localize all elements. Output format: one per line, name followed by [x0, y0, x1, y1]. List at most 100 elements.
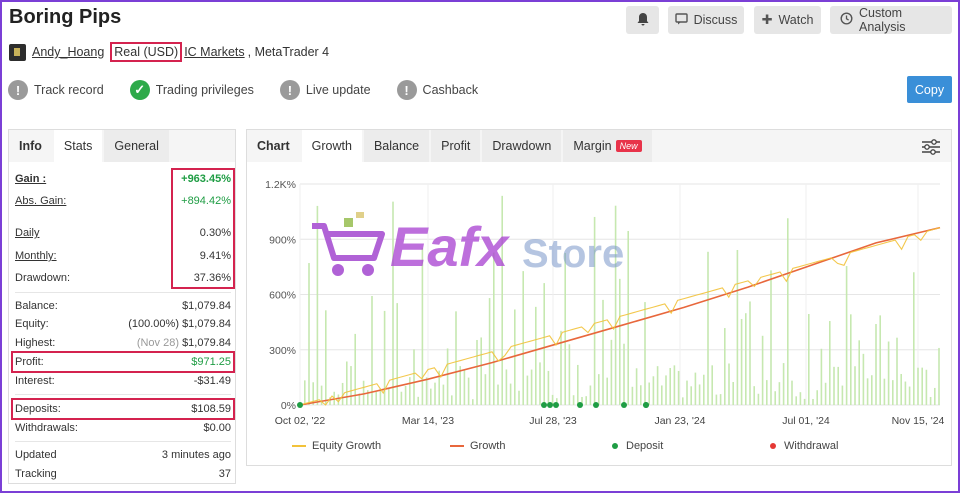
stat-label[interactable]: Gain :	[15, 173, 46, 185]
stat-balance: Balance: $1,079.84	[15, 297, 231, 315]
page-title: Boring Pips	[9, 6, 122, 28]
account-type: Real (USD)	[110, 42, 183, 62]
notifications-button[interactable]	[626, 6, 659, 34]
legend-deposit: Deposit	[612, 440, 663, 452]
stat-label: Drawdown:	[15, 272, 71, 284]
discuss-label: Discuss	[693, 13, 738, 27]
cart-icon	[312, 212, 385, 276]
divider	[15, 292, 231, 293]
chart-panel: Chart Growth Balance Profit Drawdown Mar…	[246, 129, 952, 466]
user-link[interactable]: Andy_Hoang	[32, 45, 104, 59]
avatar[interactable]	[9, 43, 26, 61]
platform-text: , MetaTrader 4	[247, 45, 330, 59]
tab-profit[interactable]: Profit	[431, 130, 481, 162]
watermark-store: Store	[522, 232, 625, 276]
legend-swatch	[292, 445, 306, 447]
stat-updated: Updated 3 minutes ago	[15, 446, 231, 464]
stat-label: Updated	[15, 449, 57, 461]
legend-label: Growth	[470, 440, 506, 452]
tab-info[interactable]: Info	[9, 130, 52, 162]
account-info: Andy_Hoang Real (USD) IC Markets , MetaT…	[9, 42, 329, 62]
stats-panel: Info Stats General Gain : +963.45% Abs. …	[8, 129, 236, 484]
equity-pct: (100.00%)	[128, 318, 179, 330]
stat-value: -$31.49	[193, 375, 231, 387]
highest-date: (Nov 28)	[136, 337, 179, 349]
legend-label: Withdrawal	[784, 440, 839, 452]
tab-margin[interactable]: Margin New	[563, 130, 652, 162]
stat-label[interactable]: Daily	[15, 227, 39, 239]
stat-label[interactable]: Abs. Gain:	[15, 195, 66, 207]
watch-label: Watch	[778, 13, 814, 27]
badge-label: Track record	[34, 83, 104, 97]
legend-swatch	[612, 443, 618, 449]
tab-balance[interactable]: Balance	[363, 130, 430, 162]
highlight-box	[11, 351, 235, 373]
custom-analysis-button[interactable]: Custom Analysis	[830, 6, 952, 34]
stats-tabs: Info Stats General	[9, 130, 235, 162]
verification-badges: ! Track record ✓ Trading privileges ! Li…	[8, 79, 504, 101]
badge-trading-privileges[interactable]: ✓ Trading privileges	[129, 80, 254, 100]
legend-withdrawal: Withdrawal	[770, 440, 838, 452]
highest-amount: $1,079.84	[182, 337, 231, 349]
tab-stats[interactable]: Stats	[53, 130, 103, 162]
stat-label: Withdrawals:	[15, 422, 78, 434]
watermark-brand: Eafx	[390, 215, 509, 278]
chat-icon	[674, 12, 688, 28]
tab-drawdown[interactable]: Drawdown	[482, 130, 562, 162]
badge-label: Live update	[305, 83, 371, 97]
stat-value: $1,079.84	[182, 300, 231, 312]
tab-general[interactable]: General	[104, 130, 169, 162]
exclamation-icon: !	[8, 80, 28, 100]
copy-button[interactable]: Copy	[907, 76, 952, 103]
stat-value: 3 minutes ago	[161, 449, 231, 461]
stat-label[interactable]: Monthly:	[15, 250, 57, 262]
stat-value: (100.00%) $1,079.84	[128, 318, 231, 330]
discuss-button[interactable]: Discuss	[668, 6, 744, 34]
stat-withdrawals: Withdrawals: $0.00	[15, 419, 231, 437]
legend-swatch	[450, 445, 464, 447]
stat-highest: Highest: (Nov 28) $1,079.84	[15, 334, 231, 352]
legend-label: Deposit	[626, 440, 664, 452]
stat-value: (Nov 28) $1,079.84	[137, 337, 231, 349]
highlight-box	[171, 168, 235, 289]
stat-tracking: Tracking 37	[15, 465, 231, 483]
new-badge: New	[615, 140, 642, 152]
badge-track-record[interactable]: ! Track record	[8, 80, 104, 100]
chart-settings-icon[interactable]	[920, 138, 942, 156]
stat-label: Tracking	[15, 468, 57, 480]
badge-cashback[interactable]: ! Cashback	[396, 80, 479, 100]
equity-amount: $1,079.84	[182, 318, 231, 330]
tab-margin-label: Margin	[573, 139, 612, 153]
stat-label: Equity:	[15, 318, 49, 330]
watermark: Eafx Store	[308, 212, 668, 292]
divider	[15, 441, 231, 442]
highlight-box	[11, 398, 235, 420]
legend-growth: Growth	[450, 440, 505, 452]
tab-growth[interactable]: Growth	[301, 130, 362, 162]
badge-live-update[interactable]: ! Live update	[279, 80, 371, 100]
plus-icon: ✚	[761, 12, 773, 27]
broker-link[interactable]: IC Markets	[184, 45, 244, 59]
tab-chart[interactable]: Chart	[247, 130, 300, 162]
stat-label: Highest:	[15, 337, 56, 349]
legend-equity: Equity Growth	[292, 440, 381, 452]
legend-label: Equity Growth	[312, 440, 382, 452]
custom-analysis-label: Custom Analysis	[859, 6, 906, 34]
stat-label: Balance:	[15, 300, 58, 312]
stat-label: Interest:	[15, 375, 55, 387]
legend-swatch	[770, 443, 776, 449]
badge-label: Trading privileges	[155, 83, 254, 97]
badge-label: Cashback	[422, 83, 479, 97]
stat-value: $0.00	[203, 422, 231, 434]
exclamation-icon: !	[279, 80, 300, 100]
clock-icon	[840, 12, 853, 28]
check-icon: ✓	[129, 80, 150, 100]
stat-equity: Equity: (100.00%) $1,079.84	[15, 315, 231, 333]
stat-interest: Interest: -$31.49	[15, 372, 231, 390]
stat-value: 37	[218, 468, 231, 480]
exclamation-icon: !	[396, 80, 417, 100]
bell-icon	[636, 12, 650, 29]
chart-tabs: Chart Growth Balance Profit Drawdown Mar…	[247, 130, 951, 162]
divider	[15, 394, 231, 395]
watch-button[interactable]: ✚ Watch	[754, 6, 821, 34]
